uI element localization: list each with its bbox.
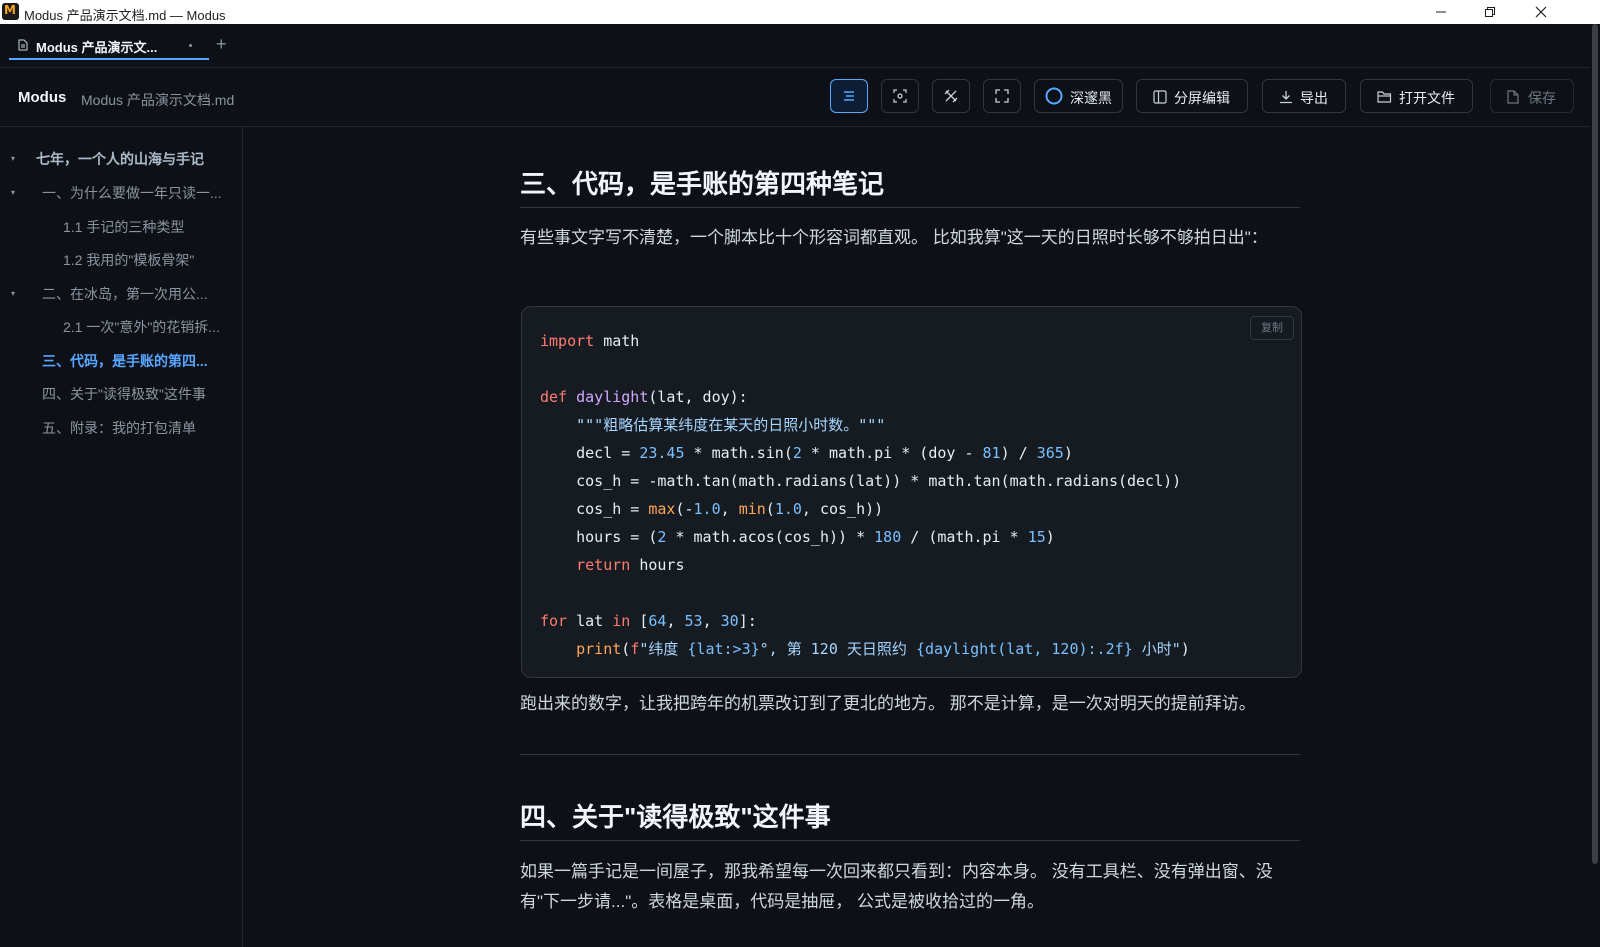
theme-circle-icon xyxy=(1045,87,1063,105)
document-content: 三、代码，是手账的第四种笔记 有些事文字写不清楚，一个脚本比十个形容词都直观。 … xyxy=(244,127,1590,947)
divider xyxy=(520,754,1300,755)
download-icon xyxy=(1280,91,1292,104)
theme-button-label: 深邃黑 xyxy=(1070,90,1112,106)
toc-item[interactable]: 四、关于"读得极致"这件事 xyxy=(42,384,206,404)
paragraph: 如果一篇手记是一间屋子，那我希望每一次回来都只看到：内容本身。 没有工具栏、没有… xyxy=(520,862,1273,911)
toc-item[interactable]: 1.1 手记的三种类型 xyxy=(63,217,184,237)
code-block: 复制 import math def daylight(lat, doy): "… xyxy=(521,306,1302,678)
save-file-icon xyxy=(1507,90,1519,104)
toc-toggle-button[interactable] xyxy=(830,79,868,113)
toc-item[interactable]: 五、附录：我的打包清单 xyxy=(42,418,196,438)
split-view-icon xyxy=(1153,90,1167,104)
export-button[interactable]: 导出 xyxy=(1262,79,1346,113)
code-text: import math def daylight(lat, doy): """粗… xyxy=(540,332,1190,658)
restore-button[interactable] xyxy=(1466,0,1514,24)
open-file-label: 打开文件 xyxy=(1399,90,1455,106)
collapse-triangle-icon[interactable]: ▾ xyxy=(11,289,15,298)
toc-item[interactable]: 1.2 我用的"模板骨架" xyxy=(63,250,194,270)
app-logo-icon: M xyxy=(2,3,19,20)
toc-item[interactable]: 七年，一个人的山海与手记 xyxy=(36,149,204,169)
outline-list-icon xyxy=(844,91,854,101)
toc-item[interactable]: 2.1 一次"意外"的花销拆... xyxy=(63,317,220,337)
section-heading: 三、代码，是手账的第四种笔记 xyxy=(520,164,1300,208)
window-titlebar: M Modus 产品演示文档.md — Modus xyxy=(0,0,1600,24)
save-label: 保存 xyxy=(1528,90,1556,106)
collapse-triangle-icon[interactable]: ▾ xyxy=(11,188,15,197)
app-header: Modus Modus 产品演示文档.md 深邃黑 分屏编辑 导出 打开文件 保… xyxy=(0,68,1590,127)
minimize-button[interactable] xyxy=(1417,0,1465,24)
focus-icon xyxy=(893,89,907,103)
split-edit-label: 分屏编辑 xyxy=(1174,90,1230,106)
tools-button[interactable] xyxy=(932,79,970,113)
scrollbar-thumb[interactable] xyxy=(1592,24,1598,864)
tab-document[interactable]: Modus 产品演示文... xyxy=(9,30,209,60)
theme-button[interactable]: 深邃黑 xyxy=(1034,79,1123,113)
collapse-triangle-icon[interactable]: ▾ xyxy=(11,154,15,163)
close-icon xyxy=(1535,6,1547,18)
paragraph: 跑出来的数字，让我把跨年的机票改订到了更北的地方。 那不是计算，是一次对明天的提… xyxy=(520,694,1256,713)
tab-bar: Modus 产品演示文... + xyxy=(0,24,1590,68)
fullscreen-button[interactable] xyxy=(983,79,1021,113)
document-icon xyxy=(18,39,28,51)
folder-icon xyxy=(1377,91,1392,103)
export-label: 导出 xyxy=(1300,90,1328,106)
brand-name: Modus xyxy=(18,89,67,106)
minimize-icon xyxy=(1436,11,1446,13)
tools-icon xyxy=(944,89,958,103)
section-heading: 四、关于"读得极致"这件事 xyxy=(520,797,1300,841)
new-tab-button[interactable]: + xyxy=(216,35,227,53)
focus-mode-button[interactable] xyxy=(881,79,919,113)
close-window-button[interactable] xyxy=(1517,0,1565,24)
open-file-button[interactable]: 打开文件 xyxy=(1360,79,1473,113)
toc-sidebar: ▾ 七年，一个人的山海与手记 ▾ 一、为什么要做一年只读一... 1.1 手记的… xyxy=(0,127,243,947)
tab-close-dot-icon[interactable] xyxy=(189,44,192,47)
save-button[interactable]: 保存 xyxy=(1490,79,1574,113)
window-title: Modus 产品演示文档.md — Modus xyxy=(24,8,226,23)
toc-item-active[interactable]: 三、代码，是手账的第四... xyxy=(42,351,208,371)
file-name: Modus 产品演示文档.md xyxy=(81,92,235,108)
restore-icon xyxy=(1485,7,1495,17)
tab-label: Modus 产品演示文... xyxy=(36,40,158,55)
split-edit-button[interactable]: 分屏编辑 xyxy=(1136,79,1248,113)
fullscreen-icon xyxy=(995,89,1009,103)
toc-item[interactable]: 一、为什么要做一年只读一... xyxy=(42,183,222,203)
toc-item[interactable]: 二、在冰岛，第一次用公... xyxy=(42,284,208,304)
copy-code-button[interactable]: 复制 xyxy=(1250,316,1294,340)
paragraph: 有些事文字写不清楚，一个脚本比十个形容词都直观。 比如我算"这一天的日照时长够不… xyxy=(520,228,1268,247)
